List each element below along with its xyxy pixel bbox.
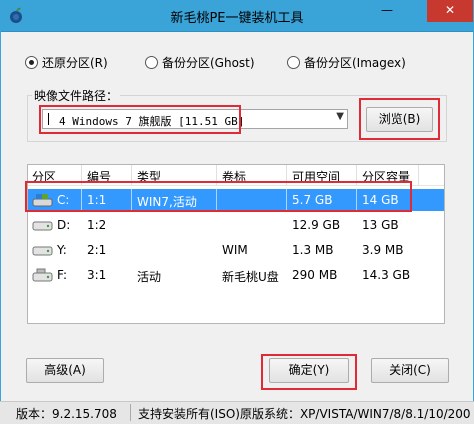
usb-drive-icon bbox=[32, 268, 53, 282]
system-drive-icon bbox=[32, 194, 53, 207]
cell-divider bbox=[286, 189, 287, 211]
cell-free: 1.3 MB bbox=[292, 243, 334, 257]
close-button[interactable]: 关闭(C) bbox=[371, 358, 449, 383]
radio-restore-partition[interactable]: 还原分区(R) bbox=[25, 54, 108, 70]
col-free[interactable]: 可用空间 bbox=[292, 168, 340, 185]
hard-drive-icon bbox=[32, 221, 53, 231]
cell-size: 13 GB bbox=[362, 218, 399, 232]
radio-dot[interactable] bbox=[287, 55, 300, 69]
supported-systems-text: 支持安装所有(ISO)原版系统：XP/VISTA/WIN7/8/8.1/10/2… bbox=[138, 407, 471, 421]
table-row[interactable]: D: 1:2 12.9 GB 13 GB bbox=[28, 214, 444, 236]
col-divider bbox=[418, 165, 419, 185]
image-path-label: 映像文件路径： bbox=[32, 87, 121, 104]
cell-type: WIN7,活动 bbox=[137, 195, 197, 209]
cell-free: 5.7 GB bbox=[292, 193, 333, 207]
minimize-button[interactable]: — bbox=[372, 0, 402, 22]
table-row[interactable]: Y: 2:1 WIM 1.3 MB 3.9 MB bbox=[28, 239, 444, 261]
cell-type: 活动 bbox=[137, 270, 162, 284]
col-divider bbox=[81, 165, 82, 185]
cell-number: 1:1 bbox=[87, 193, 107, 207]
chevron-down-icon[interactable]: ▼ bbox=[336, 111, 344, 122]
partition-table: 分区 编号 类型 卷标 可用空间 分区容量 C: 1:1 WIN7,活动 5.7… bbox=[27, 164, 445, 324]
status-bar: 版本：9.2.15.708 支持安装所有(ISO)原版系统：XP/VISTA/W… bbox=[0, 401, 474, 424]
col-size[interactable]: 分区容量 bbox=[362, 168, 410, 185]
cell-number: 1:2 bbox=[87, 218, 107, 232]
col-divider bbox=[286, 165, 287, 185]
cell-drive: D: bbox=[57, 218, 71, 232]
cell-free: 12.9 GB bbox=[292, 218, 341, 232]
status-divider bbox=[130, 404, 131, 421]
radio-label: 备份分区(Ghost) bbox=[162, 55, 255, 70]
cell-divider bbox=[216, 189, 217, 211]
cell-size: 14 GB bbox=[362, 193, 399, 207]
table-row[interactable]: F: 3:1 活动 新毛桃U盘 290 MB 14.3 GB bbox=[28, 264, 444, 286]
cell-free: 290 MB bbox=[292, 268, 338, 282]
version-text: 版本：9.2.15.708 bbox=[16, 407, 117, 421]
radio-backup-ghost[interactable]: 备份分区(Ghost) bbox=[145, 54, 255, 70]
cell-number: 2:1 bbox=[87, 243, 107, 257]
col-type[interactable]: 类型 bbox=[137, 168, 161, 185]
col-divider bbox=[356, 165, 357, 185]
table-row[interactable]: C: 1:1 WIN7,活动 5.7 GB 14 GB bbox=[28, 189, 444, 211]
close-window-button[interactable]: ✕ bbox=[427, 0, 473, 22]
col-divider bbox=[131, 165, 132, 185]
col-divider bbox=[216, 165, 217, 185]
advanced-button[interactable]: 高级(A) bbox=[26, 358, 104, 383]
cell-divider bbox=[131, 189, 132, 211]
cell-drive: C: bbox=[57, 193, 70, 207]
cell-size: 14.3 GB bbox=[362, 268, 411, 282]
image-file-select[interactable]: 4 Windows 7 旗舰版 [11.51 GB] ▼ bbox=[42, 109, 348, 129]
title-bar: 新毛桃PE一键装机工具 — ✕ bbox=[0, 0, 474, 32]
cell-number: 3:1 bbox=[87, 268, 107, 282]
radio-backup-imagex[interactable]: 备份分区(Imagex) bbox=[287, 54, 406, 70]
cell-divider bbox=[81, 189, 82, 211]
radio-dot[interactable] bbox=[145, 55, 158, 69]
image-file-value: 4 Windows 7 旗舰版 [11.51 GB] bbox=[59, 115, 245, 128]
cell-label: WIM bbox=[222, 243, 248, 257]
cell-divider bbox=[356, 189, 357, 211]
radio-label: 还原分区(R) bbox=[42, 55, 108, 70]
radio-dot[interactable] bbox=[25, 55, 38, 69]
ok-button[interactable]: 确定(Y) bbox=[269, 358, 349, 383]
combo-edge bbox=[48, 113, 49, 125]
browse-button[interactable]: 浏览(B) bbox=[366, 107, 433, 132]
radio-label: 备份分区(Imagex) bbox=[304, 55, 406, 70]
cell-drive: Y: bbox=[57, 243, 67, 257]
cell-drive: F: bbox=[57, 268, 68, 282]
hard-drive-icon bbox=[32, 246, 53, 256]
cell-label: 新毛桃U盘 bbox=[222, 270, 279, 284]
table-header: 分区 编号 类型 卷标 可用空间 分区容量 bbox=[28, 165, 444, 186]
col-number[interactable]: 编号 bbox=[87, 168, 111, 185]
col-partition[interactable]: 分区 bbox=[32, 168, 56, 185]
window-title: 新毛桃PE一键装机工具 bbox=[170, 11, 304, 26]
cell-size: 3.9 MB bbox=[362, 243, 404, 257]
col-label[interactable]: 卷标 bbox=[222, 168, 246, 185]
